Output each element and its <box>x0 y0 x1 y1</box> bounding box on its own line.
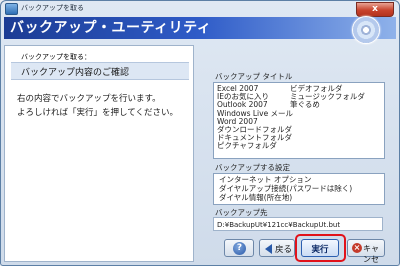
backup-title-list[interactable]: Excel 2007 IEのお気に入り Outlook 2007 Windows… <box>213 82 385 159</box>
backup-settings-list[interactable]: インターネット オプション ダイヤルアップ接続(パスワードは除く) ダイヤル情報… <box>213 173 385 205</box>
list-item: ピクチャフォルダ <box>217 141 277 151</box>
execute-button[interactable]: 実行 <box>301 239 339 257</box>
list-item: ダイヤルアップ接続(パスワードは除く) <box>219 184 353 193</box>
execute-button-label: 実行 <box>311 245 329 255</box>
header-banner: バックアップ・ユーティリティ <box>4 16 396 44</box>
help-icon: ? <box>233 242 246 255</box>
list-item: インターネット オプション <box>219 175 312 184</box>
title-bar: バックアップを取る x <box>1 1 399 17</box>
cancel-icon: × <box>352 243 362 253</box>
back-button[interactable]: 戻る <box>259 239 295 257</box>
back-arrow-icon <box>265 244 272 254</box>
step-title: バックアップ内容のご確認 <box>21 68 130 78</box>
description-line-2: よろしければ「実行」を押してください。 <box>17 108 178 118</box>
cancel-button[interactable]: × キャンセル <box>347 239 385 264</box>
close-icon: x <box>372 4 378 14</box>
window-title: バックアップを取る <box>21 4 84 12</box>
cancel-button-label: キャンセル <box>363 244 379 264</box>
description-line-1: 右の内容でバックアップを行います。 <box>17 94 161 104</box>
back-button-label: 戻る <box>275 245 293 255</box>
disc-icon <box>352 16 380 44</box>
step-label: バックアップを取る： <box>21 53 91 61</box>
list-item: ダイヤル情報(所在地) <box>219 193 293 202</box>
backup-title-label: バックアップ タイトル <box>215 72 293 81</box>
backup-dest-path: D:¥BackupUt¥121cc¥BackupUt.but <box>213 217 383 231</box>
banner-title: バックアップ・ユーティリティ <box>10 20 212 36</box>
backup-utility-window: バックアップを取る x バックアップ・ユーティリティ バックアップを取る： バッ… <box>0 0 400 266</box>
backup-settings-label: バックアップする設定 <box>215 163 290 172</box>
help-button[interactable]: ? <box>224 239 254 257</box>
left-panel: バックアップを取る： バックアップ内容のご確認 右の内容でバックアップを行います… <box>4 45 194 262</box>
app-icon <box>5 3 18 15</box>
list-item: 筆ぐるめ <box>290 100 320 110</box>
step-title-bar: バックアップ内容のご確認 <box>11 62 189 80</box>
close-button[interactable]: x <box>356 2 394 17</box>
